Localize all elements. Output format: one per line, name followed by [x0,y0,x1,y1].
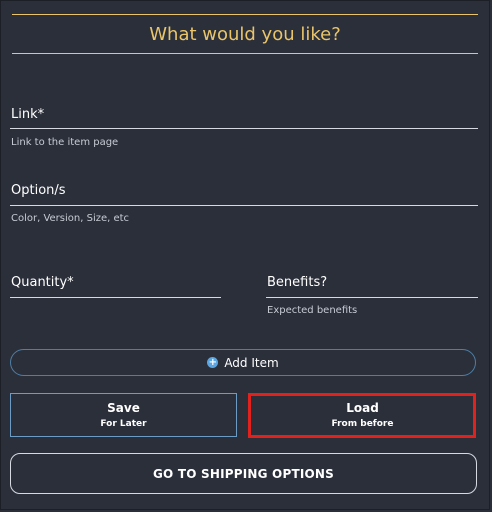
link-hint: Link to the item page [11,137,119,148]
load-button-label: Load [346,401,379,415]
benefits-label: Benefits? [267,275,328,290]
benefits-input[interactable] [266,297,478,298]
save-button-label: Save [107,401,140,415]
load-button-sublabel: From before [331,419,394,429]
load-button[interactable]: Load From before [249,393,476,437]
go-to-shipping-button[interactable]: GO TO SHIPPING OPTIONS [10,453,477,494]
go-to-shipping-label: GO TO SHIPPING OPTIONS [152,466,334,481]
quantity-input[interactable] [10,297,221,298]
options-label: Option/s [11,183,66,198]
options-input[interactable] [10,205,478,206]
options-hint: Color, Version, Size, etc [11,213,130,224]
quantity-label: Quantity* [11,275,74,290]
benefits-hint: Expected benefits [267,305,358,316]
link-label: Link* [11,107,45,122]
add-item-label: Add Item [224,355,279,370]
page-title: What would you like? [12,14,478,54]
link-input[interactable] [10,128,478,129]
save-button[interactable]: Save For Later [10,393,237,437]
save-button-sublabel: For Later [100,419,147,429]
page-title-text: What would you like? [149,23,341,45]
add-item-button[interactable]: + Add Item [10,349,476,376]
plus-circle-icon: + [207,357,219,368]
